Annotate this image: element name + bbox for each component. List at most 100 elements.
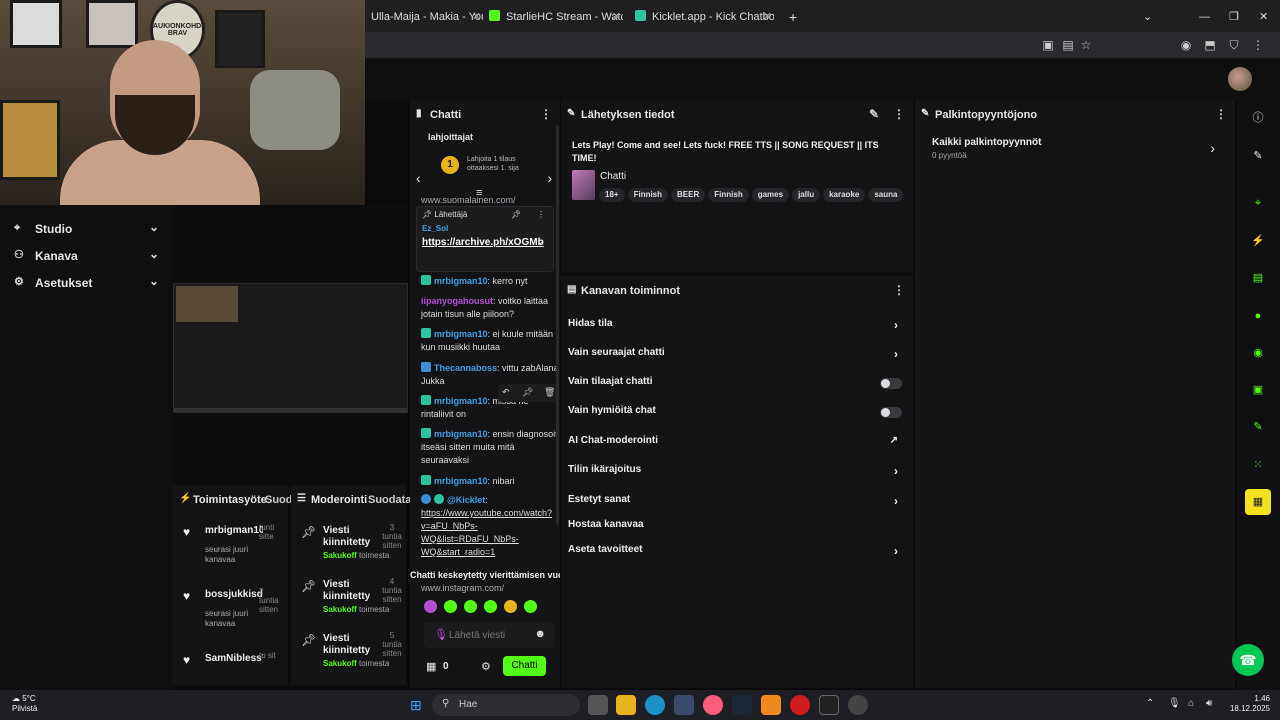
file-explorer-icon[interactable] bbox=[616, 695, 636, 715]
filter-button[interactable]: Suodata bbox=[368, 494, 411, 506]
chat-username[interactable]: mrbigman10 bbox=[434, 329, 488, 339]
edit-icon[interactable]: ✎ bbox=[869, 107, 879, 121]
emote-icon[interactable] bbox=[504, 600, 517, 613]
pin-icon[interactable]: 📌︎ bbox=[511, 210, 521, 219]
pinned-user[interactable]: Ez_Sol bbox=[422, 224, 448, 233]
close-icon[interactable]: ✕ bbox=[612, 4, 621, 30]
browser-tab[interactable]: StarlieHC Stream - Watch Live on Kick ✕ bbox=[483, 4, 623, 30]
nav-item-asetukset[interactable]: ⚙ Asetukset ⌄ bbox=[0, 271, 173, 295]
store-icon[interactable] bbox=[674, 695, 694, 715]
follower-name[interactable]: bossjukkisd bbox=[205, 589, 263, 600]
mic-icon[interactable]: 🎙︎ bbox=[1168, 698, 1181, 709]
chat-username[interactable]: Thecannaboss bbox=[434, 363, 497, 373]
chat-username[interactable]: @Kicklet bbox=[447, 495, 485, 505]
action-followers-only[interactable]: Vain seuraajat chatti › bbox=[568, 347, 908, 367]
chevron-down-icon[interactable]: ⌄ bbox=[537, 237, 544, 246]
nav-item-studio[interactable]: ⌖ Studio ⌄ bbox=[0, 217, 173, 241]
stream-category[interactable]: Chatti bbox=[600, 171, 626, 182]
more-icon[interactable]: ⋮ bbox=[540, 107, 552, 121]
profile-icon[interactable]: ◉ bbox=[1177, 36, 1195, 54]
new-tab-button[interactable]: + bbox=[783, 4, 799, 30]
tag[interactable]: Finnish bbox=[708, 188, 749, 202]
action-ai-moderation[interactable]: AI Chat-moderointi ↗ bbox=[568, 435, 908, 455]
weather-widget[interactable]: ☁ 5°C Pilvistä bbox=[12, 694, 37, 714]
close-icon[interactable]: ✕ bbox=[472, 4, 481, 30]
network-icon[interactable]: ⌂ bbox=[1188, 698, 1194, 709]
chat-scrollbar[interactable] bbox=[556, 125, 559, 525]
media-icon[interactable]: ▤ bbox=[1059, 36, 1077, 54]
tab-list-icon[interactable]: ⌄ bbox=[1137, 4, 1155, 30]
task-view-icon[interactable] bbox=[588, 695, 608, 715]
taskbar-clock[interactable]: 1.46 18.12.2025 bbox=[1230, 694, 1270, 714]
chat-link[interactable]: https://www.youtube.com/watch?v=aFU_NbPs… bbox=[421, 508, 552, 557]
action-age-restriction[interactable]: Tilin ikärajoitus › bbox=[568, 464, 908, 484]
filter-button[interactable]: Suod bbox=[265, 494, 293, 506]
more-icon[interactable]: ⋮ bbox=[537, 210, 545, 219]
opera-icon[interactable] bbox=[790, 695, 810, 715]
chat-input[interactable] bbox=[449, 626, 539, 644]
emote-icon[interactable] bbox=[484, 600, 497, 613]
focus-icon[interactable]: ⌖ bbox=[1245, 190, 1271, 216]
action-host-channel[interactable]: Hostaa kanavaa bbox=[568, 519, 908, 539]
tag[interactable]: sauna bbox=[868, 188, 904, 202]
bookmark-star-icon[interactable]: ☆ bbox=[1077, 36, 1095, 54]
tag[interactable]: Finnish bbox=[627, 188, 669, 202]
chevron-right-icon[interactable]: › bbox=[547, 170, 552, 186]
stream-preview[interactable] bbox=[173, 205, 408, 480]
tag[interactable]: games bbox=[751, 188, 790, 202]
emote-icon[interactable] bbox=[524, 600, 537, 613]
tag[interactable]: jallu bbox=[792, 188, 821, 202]
info-icon[interactable]: ⓘ bbox=[1245, 105, 1271, 131]
tag[interactable]: BEER bbox=[671, 188, 706, 202]
avatar[interactable] bbox=[1228, 67, 1252, 91]
clapper-icon[interactable]: ▦ bbox=[1245, 489, 1271, 515]
send-button[interactable]: Chatti bbox=[503, 656, 546, 676]
pinned-link[interactable]: https://archive.ph/xOGMb bbox=[422, 236, 544, 249]
chat-bubble-icon[interactable]: ● bbox=[1245, 303, 1271, 329]
support-icon[interactable]: ☎ bbox=[1232, 644, 1264, 676]
vlc-icon[interactable] bbox=[761, 695, 781, 715]
wrench-icon[interactable]: ✎ bbox=[1245, 414, 1271, 440]
emote-icon[interactable] bbox=[424, 600, 437, 613]
follower-name[interactable]: mrbigman10 bbox=[205, 525, 263, 536]
pin-icon[interactable]: 📌︎ bbox=[522, 387, 533, 398]
steam-icon[interactable] bbox=[732, 695, 752, 715]
extensions-icon[interactable]: ⬒ bbox=[1201, 36, 1219, 54]
obs-icon[interactable] bbox=[848, 695, 868, 715]
nav-item-kanava[interactable]: ⚇ Kanava ⌄ bbox=[0, 244, 173, 268]
terminal-icon[interactable] bbox=[819, 695, 839, 715]
volume-icon[interactable]: 🔊︎ bbox=[1206, 698, 1212, 709]
chevron-right-icon[interactable]: › bbox=[1210, 140, 1215, 156]
emote-icon[interactable] bbox=[444, 600, 457, 613]
tag[interactable]: 18+ bbox=[599, 188, 625, 202]
minimize-icon[interactable]: — bbox=[1193, 4, 1211, 30]
tag[interactable]: karaoke bbox=[823, 188, 866, 202]
chevron-left-icon[interactable]: ‹ bbox=[416, 170, 421, 186]
chat-username[interactable]: iipanyogahousut bbox=[421, 296, 493, 306]
more-icon[interactable]: ⋮ bbox=[1215, 107, 1227, 121]
close-icon[interactable]: ✕ bbox=[763, 4, 772, 30]
chat-username[interactable]: mrbigman10 bbox=[434, 396, 488, 406]
more-icon[interactable]: ⋮ bbox=[893, 107, 905, 121]
action-slow-mode[interactable]: Hidas tila › bbox=[568, 318, 908, 338]
shield-icon[interactable]: ⛉ bbox=[1225, 36, 1243, 54]
pencil-icon[interactable]: ✎ bbox=[1245, 143, 1271, 169]
emotes-only-toggle[interactable] bbox=[880, 407, 902, 418]
gear-icon[interactable]: ⚙ bbox=[481, 660, 491, 673]
restore-icon[interactable]: ❐ bbox=[1223, 4, 1241, 30]
browser-tab[interactable]: Ulla-Maija - Makia - YouTube ✕ bbox=[365, 4, 483, 30]
browser-menu-icon[interactable]: ⋮ bbox=[1249, 36, 1267, 54]
chat-username[interactable]: mrbigman10 bbox=[434, 476, 488, 486]
delete-icon[interactable]: 🗑︎ bbox=[544, 387, 555, 398]
chat-username[interactable]: mrbigman10 bbox=[434, 429, 488, 439]
document-icon[interactable]: ▤ bbox=[1245, 265, 1271, 291]
preview-icon[interactable]: ▣ bbox=[1245, 377, 1271, 403]
firefox-icon[interactable] bbox=[703, 695, 723, 715]
reply-icon[interactable]: ↶ bbox=[502, 387, 510, 398]
all-rewards-label[interactable]: Kaikki palkintopyynnöt bbox=[932, 137, 1041, 148]
taskbar-search[interactable]: ⚲ Hae bbox=[432, 694, 580, 716]
window-close-icon[interactable]: ✕ bbox=[1253, 4, 1271, 30]
store-icon[interactable]: ▦ bbox=[426, 660, 436, 673]
emoji-icon[interactable]: ☻ bbox=[534, 628, 546, 640]
bolt-icon[interactable]: ⚡ bbox=[1245, 228, 1271, 254]
